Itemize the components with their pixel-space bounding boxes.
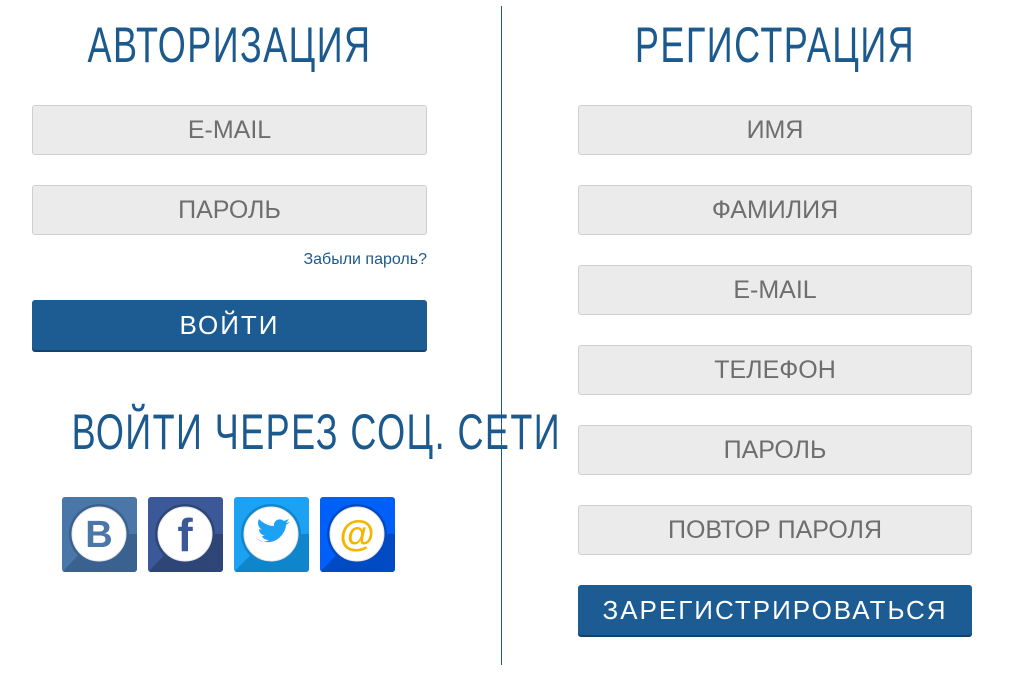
vk-login-button[interactable]: B — [62, 497, 137, 572]
twitter-icon — [234, 497, 309, 572]
phone-input[interactable] — [578, 345, 972, 395]
login-button[interactable]: ВОЙТИ — [32, 300, 427, 350]
login-title: АВТОРИЗАЦИЯ — [87, 17, 372, 73]
last-name-input[interactable] — [578, 185, 972, 235]
register-password-input[interactable] — [578, 425, 972, 475]
facebook-login-button[interactable]: f — [148, 497, 223, 572]
social-login-title: ВОЙТИ ЧЕРЕЗ СОЦ. СЕТИ — [71, 404, 562, 460]
vertical-divider — [501, 6, 502, 665]
register-button[interactable]: ЗАРЕГИСТРИРОВАТЬСЯ — [578, 585, 972, 635]
facebook-icon: f — [148, 497, 223, 572]
register-title: РЕГИСТРАЦИЯ — [634, 17, 916, 73]
svg-text:B: B — [85, 514, 112, 556]
repeat-password-input[interactable] — [578, 505, 972, 555]
svg-text:@: @ — [339, 513, 374, 554]
twitter-login-button[interactable] — [234, 497, 309, 572]
mail-ru-login-button[interactable]: @ — [320, 497, 395, 572]
login-password-input[interactable] — [32, 185, 427, 235]
forgot-password-link[interactable]: Забыли пароль? — [303, 251, 427, 269]
first-name-input[interactable] — [578, 105, 972, 155]
svg-text:f: f — [177, 509, 193, 561]
vk-icon: B — [62, 497, 137, 572]
register-email-input[interactable] — [578, 265, 972, 315]
mail-ru-icon: @ — [320, 497, 395, 572]
login-email-input[interactable] — [32, 105, 427, 155]
